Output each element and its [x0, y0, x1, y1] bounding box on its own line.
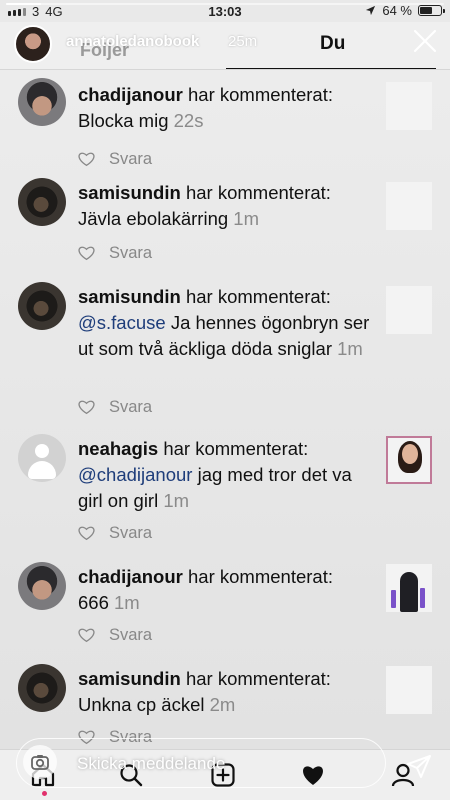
- activity-feed[interactable]: chadijanour har kommenterat: Blocka mig …: [0, 70, 450, 750]
- story-author-username[interactable]: annatoledanobook: [66, 33, 199, 50]
- battery-icon: [418, 5, 445, 16]
- notification-text: samisundin har kommenterat: Jävla ebolak…: [78, 180, 378, 232]
- commenter-avatar[interactable]: [18, 562, 66, 610]
- like-heart-icon[interactable]: [78, 400, 95, 415]
- mention-link[interactable]: @chadijanour: [78, 464, 192, 485]
- notification-text: samisundin har kommenterat: @s.facuse Ja…: [78, 284, 378, 362]
- like-heart-icon[interactable]: [78, 246, 95, 261]
- reply-row: Svara: [78, 244, 152, 263]
- action-text: har kommenterat:: [182, 84, 333, 105]
- comment-text: Blocka mig: [78, 110, 169, 131]
- message-input[interactable]: Skicka meddelande: [77, 754, 225, 774]
- commenter-avatar[interactable]: [18, 282, 66, 330]
- message-bar[interactable]: Skicka meddelande: [16, 738, 386, 788]
- post-thumbnail[interactable]: [386, 666, 432, 714]
- action-text: har kommenterat:: [180, 182, 331, 203]
- comment-time: 1m: [233, 208, 259, 229]
- battery-level: [420, 7, 433, 14]
- reply-button[interactable]: Svara: [109, 150, 152, 169]
- close-icon[interactable]: [412, 28, 438, 54]
- reply-button[interactable]: Svara: [109, 398, 152, 417]
- story-author-avatar[interactable]: [14, 25, 52, 63]
- commenter-username[interactable]: chadijanour: [78, 84, 183, 105]
- story-time-ago: 25m: [228, 33, 258, 50]
- like-heart-icon[interactable]: [78, 628, 95, 643]
- header-divider: [0, 69, 450, 70]
- notification-text: chadijanour har kommenterat: 666 1m: [78, 564, 378, 616]
- comment-time: 1m: [114, 592, 140, 613]
- action-text: har kommenterat:: [158, 438, 309, 459]
- reply-button[interactable]: Svara: [109, 524, 152, 543]
- commenter-username[interactable]: neahagis: [78, 438, 158, 459]
- post-thumbnail[interactable]: [386, 182, 432, 230]
- story-progress-fill: [6, 3, 42, 5]
- reply-button[interactable]: Svara: [109, 626, 152, 645]
- commenter-username[interactable]: samisundin: [78, 668, 181, 689]
- mention-link[interactable]: @s.facuse: [78, 312, 166, 333]
- comment-time: 1m: [337, 338, 363, 359]
- reply-button[interactable]: Svara: [109, 244, 152, 263]
- commenter-avatar[interactable]: [18, 178, 66, 226]
- location-arrow-icon: [366, 5, 376, 16]
- action-text: har kommenterat:: [180, 286, 331, 307]
- reply-row: Svara: [78, 150, 152, 169]
- tab-you[interactable]: Du: [320, 33, 345, 55]
- activity-header: Följer annatoledanobook 25m Du: [0, 22, 450, 70]
- post-thumbnail[interactable]: [386, 82, 432, 130]
- commenter-username[interactable]: chadijanour: [78, 566, 183, 587]
- notification-text: samisundin har kommenterat: Unkna cp äck…: [78, 666, 378, 718]
- comment-text: 666: [78, 592, 109, 613]
- notification-text: chadijanour har kommenterat: Blocka mig …: [78, 82, 378, 134]
- commenter-username[interactable]: samisundin: [78, 286, 181, 307]
- send-icon[interactable]: [406, 754, 432, 780]
- post-thumbnail[interactable]: [386, 564, 432, 612]
- like-heart-icon[interactable]: [78, 152, 95, 167]
- action-text: har kommenterat:: [180, 668, 331, 689]
- camera-button[interactable]: [23, 745, 57, 779]
- commenter-avatar[interactable]: [18, 78, 66, 126]
- story-progress-bar: [6, 3, 444, 5]
- comment-time: 2m: [209, 694, 236, 715]
- battery-percent: 64 %: [382, 3, 412, 18]
- post-thumbnail[interactable]: [386, 436, 432, 484]
- like-heart-icon[interactable]: [78, 526, 95, 541]
- comment-time: 22s: [173, 110, 204, 131]
- notification-dot: [42, 791, 47, 796]
- commenter-username[interactable]: samisundin: [78, 182, 181, 203]
- action-text: har kommenterat:: [182, 566, 333, 587]
- comment-text: Jävla ebolakärring: [78, 208, 229, 229]
- comment-time: 1m: [163, 490, 190, 511]
- reply-row: Svara: [78, 398, 152, 417]
- comment-text: Unkna cp äckel: [78, 694, 205, 715]
- reply-row: Svara: [78, 626, 152, 645]
- notification-text: neahagis har kommenterat: @chadijanour j…: [78, 436, 378, 514]
- camera-icon: [31, 755, 49, 770]
- commenter-avatar[interactable]: [18, 434, 66, 482]
- post-thumbnail[interactable]: [386, 286, 432, 334]
- reply-row: Svara: [78, 524, 152, 543]
- commenter-avatar[interactable]: [18, 664, 66, 712]
